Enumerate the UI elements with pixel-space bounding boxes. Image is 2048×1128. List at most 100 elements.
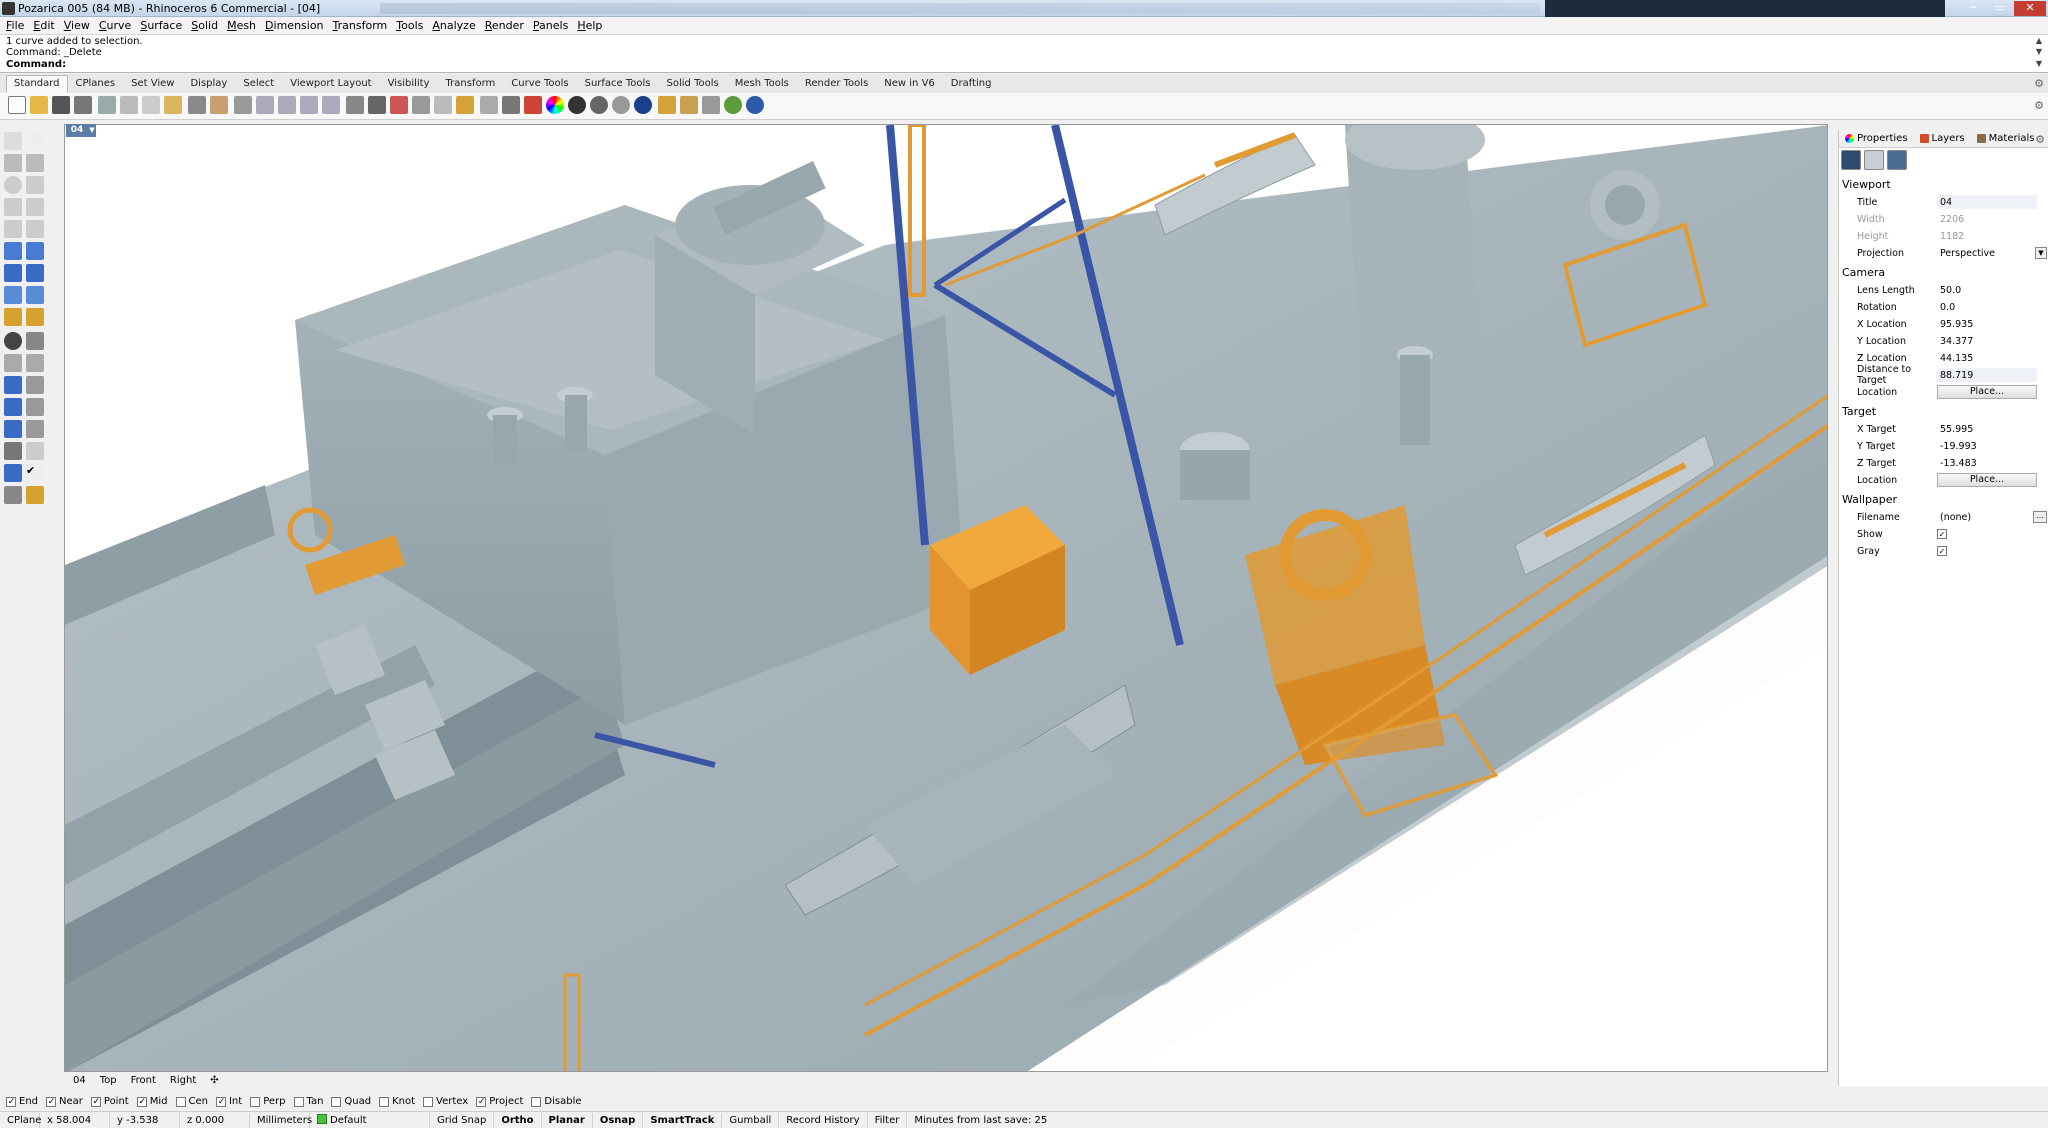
x-target-field[interactable]: 55.995 (1937, 422, 2037, 436)
viewport-tab-right[interactable]: Right (163, 1074, 203, 1088)
menu-solid[interactable]: Solid (191, 19, 218, 32)
menu-dimension[interactable]: Dimension (265, 19, 323, 32)
open-file-icon[interactable] (30, 96, 48, 114)
tab-visibility[interactable]: Visibility (380, 75, 438, 93)
ellipse-icon[interactable] (4, 220, 22, 238)
solid-box-icon[interactable] (4, 420, 22, 438)
rotate-view-icon[interactable] (234, 96, 252, 114)
osnap-project[interactable]: Project (476, 1096, 523, 1107)
tab-mesh-tools[interactable]: Mesh Tools (727, 75, 797, 93)
tab-set-view[interactable]: Set View (123, 75, 182, 93)
tab-curve-tools[interactable]: Curve Tools (503, 75, 576, 93)
sphere-icon[interactable] (26, 264, 44, 282)
osnap-checkbox[interactable] (423, 1096, 434, 1107)
light-bulb-icon[interactable] (480, 96, 498, 114)
tab-new-in-v6[interactable]: New in V6 (876, 75, 943, 93)
menu-edit[interactable]: Edit (33, 19, 54, 32)
linear-dimension-icon[interactable] (26, 420, 44, 438)
point-icon[interactable] (26, 132, 44, 150)
osnap-checkbox[interactable] (379, 1096, 390, 1107)
planar-toggle[interactable]: Planar (542, 1112, 593, 1128)
osnap-near[interactable]: Near (46, 1096, 83, 1107)
osnap-checkbox[interactable] (250, 1096, 261, 1107)
osnap-perp[interactable]: Perp (250, 1096, 286, 1107)
menu-view[interactable]: View (64, 19, 90, 32)
copy-icon[interactable] (142, 96, 160, 114)
tab-surface-tools[interactable]: Surface Tools (577, 75, 659, 93)
rhino-app-icon[interactable] (2, 2, 15, 15)
osnap-int[interactable]: Int (215, 1096, 242, 1107)
rectangle-icon[interactable] (26, 198, 44, 216)
browse-button[interactable]: ... (2033, 511, 2047, 523)
fillet-curve-icon[interactable] (26, 220, 44, 238)
cut-icon[interactable] (120, 96, 138, 114)
text-icon[interactable] (4, 376, 22, 394)
tab-solid-tools[interactable]: Solid Tools (659, 75, 727, 93)
viewport-tab-top[interactable]: Top (93, 1074, 124, 1088)
current-layer[interactable]: Default (310, 1112, 430, 1128)
osnap-checkbox[interactable] (215, 1096, 226, 1107)
osnap-knot[interactable]: Knot (379, 1096, 415, 1107)
osnap-mid[interactable]: Mid (136, 1096, 168, 1107)
globe-icon[interactable] (724, 96, 742, 114)
viewport-frame-icon[interactable] (1864, 150, 1884, 170)
move-icon[interactable] (26, 376, 44, 394)
ortho-toggle[interactable]: Ortho (494, 1112, 542, 1128)
rotation-field[interactable]: 0.0 (1937, 300, 2037, 314)
panel-options-gear-icon[interactable]: ⚙ (2035, 133, 2045, 146)
osnap-quad[interactable]: Quad (331, 1096, 371, 1107)
tab-cplanes[interactable]: CPlanes (68, 75, 124, 93)
menu-analyze[interactable]: Analyze (432, 19, 475, 32)
print-icon[interactable] (74, 96, 92, 114)
osnap-checkbox[interactable] (46, 1096, 57, 1107)
surface-icon[interactable] (4, 242, 22, 260)
osnap-checkbox[interactable] (6, 1096, 16, 1107)
osnap-checkbox[interactable] (476, 1096, 487, 1107)
gumball-toggle[interactable]: Gumball (722, 1112, 780, 1128)
menu-curve[interactable]: Curve (99, 19, 131, 32)
edit-icon[interactable] (658, 96, 676, 114)
new-file-icon[interactable] (8, 96, 26, 114)
help-icon[interactable] (746, 96, 764, 114)
four-viewports-icon[interactable] (368, 96, 386, 114)
split-icon[interactable] (4, 354, 22, 372)
circle-icon[interactable] (4, 176, 22, 194)
menu-mesh[interactable]: Mesh (227, 19, 256, 32)
polyline-icon[interactable] (4, 154, 22, 172)
osnap-tan[interactable]: Tan (293, 1096, 323, 1107)
camera-place-button[interactable]: Place... (1937, 385, 2037, 399)
osnap-checkbox[interactable] (531, 1096, 542, 1107)
cplane-label[interactable]: CPlane (0, 1112, 41, 1128)
group-icon[interactable] (4, 332, 22, 350)
trim-icon[interactable] (26, 308, 44, 326)
menu-help[interactable]: Help (577, 19, 602, 32)
chevron-down-icon[interactable]: ▼ (2035, 247, 2047, 259)
grid-array-icon[interactable] (4, 442, 22, 460)
options-icon[interactable] (680, 96, 698, 114)
scroll-end-icon[interactable]: ▼ (2034, 59, 2044, 68)
units-label[interactable]: Millimeters (250, 1112, 312, 1128)
tab-render-tools[interactable]: Render Tools (797, 75, 876, 93)
projection-select[interactable]: Perspective (1937, 246, 2037, 260)
command-input[interactable] (56, 59, 2028, 71)
osnap-checkbox[interactable] (331, 1096, 342, 1107)
osnap-disable[interactable]: Disable (531, 1096, 582, 1107)
y-target-field[interactable]: -19.993 (1937, 439, 2037, 453)
import-icon[interactable] (98, 96, 116, 114)
viewport-tab-front[interactable]: Front (124, 1074, 163, 1088)
check-icon[interactable]: ✔ (26, 464, 44, 482)
save-icon[interactable] (52, 96, 70, 114)
osnap-toggle[interactable]: Osnap (593, 1112, 644, 1128)
tab-properties[interactable]: Properties (1839, 133, 1914, 144)
polygon-icon[interactable] (4, 198, 22, 216)
arc-icon[interactable] (26, 176, 44, 194)
box-icon[interactable] (4, 264, 22, 282)
show-checkbox[interactable]: ✓ (1937, 529, 1947, 539)
minimize-button[interactable]: ─ (1960, 1, 1986, 16)
array-icon[interactable] (4, 398, 22, 416)
toolbar-options-gear-icon[interactable]: ⚙ (2034, 99, 2044, 112)
z-location-field[interactable]: 44.135 (1937, 351, 2037, 365)
title-field[interactable]: 04 (1937, 195, 2037, 209)
gray-checkbox[interactable]: ✓ (1937, 546, 1947, 556)
scroll-down-icon[interactable]: ▼ (2034, 47, 2044, 56)
